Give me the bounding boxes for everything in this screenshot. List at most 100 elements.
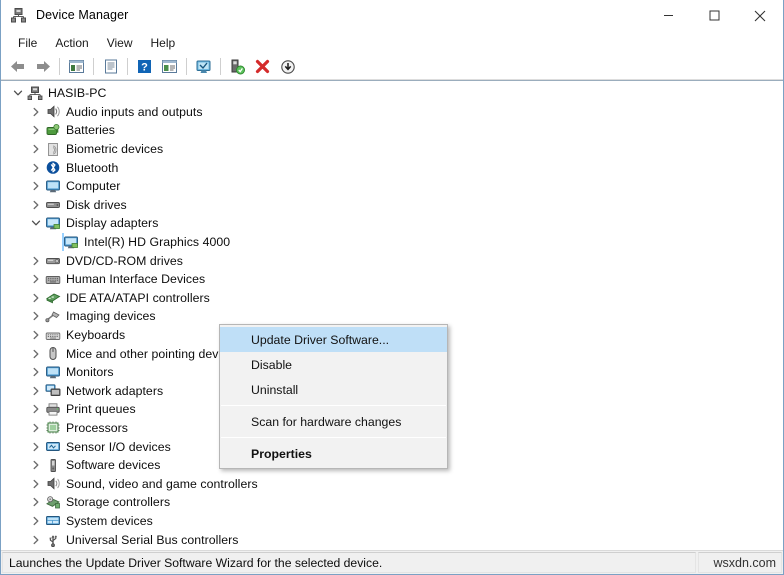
chevron-right-icon[interactable] (27, 311, 44, 321)
tree-item[interactable]: Disk drives (5, 196, 783, 215)
context-menu-item[interactable]: Update Driver Software... (220, 327, 447, 352)
chevron-right-icon[interactable] (27, 200, 44, 210)
context-menu-item[interactable]: Scan for hardware changes (220, 409, 447, 434)
tree-item[interactable]: Biometric devices (5, 140, 783, 159)
tree-item-label: Print queues (66, 402, 136, 417)
chevron-right-icon[interactable] (27, 497, 44, 507)
tree-item[interactable]: Intel(R) HD Graphics 4000 (5, 232, 783, 252)
tree-item[interactable]: Audio inputs and outputs (5, 103, 783, 122)
context-menu-item-label: Scan for hardware changes (251, 414, 402, 429)
tree-item[interactable]: Computer (5, 177, 783, 196)
tree-item-label: Intel(R) HD Graphics 4000 (84, 235, 231, 250)
tree-item-label: DVD/CD-ROM drives (66, 253, 183, 268)
minimize-button[interactable] (645, 0, 691, 31)
tree-item[interactable]: Batteries (5, 121, 783, 140)
tree-item-label: Network adapters (66, 383, 164, 398)
chevron-right-icon[interactable] (27, 516, 44, 526)
context-menu-separator (221, 437, 446, 438)
chevron-right-icon[interactable] (27, 125, 44, 135)
device-tree: HASIB-PC Audio inputs and outputs Batterie… (1, 84, 783, 550)
tree-item[interactable]: System devices (5, 512, 783, 531)
status-bar: Launches the Update Driver Software Wiza… (1, 550, 783, 574)
chevron-right-icon[interactable] (27, 163, 44, 173)
printer-icon (44, 401, 61, 417)
context-menu-item[interactable]: Uninstall (220, 377, 447, 402)
chevron-right-icon[interactable] (27, 442, 44, 452)
help-button[interactable]: ? (132, 56, 157, 78)
back-button[interactable] (5, 56, 30, 78)
svg-text:?: ? (141, 62, 148, 74)
forward-button[interactable] (30, 56, 55, 78)
chevron-down-icon[interactable] (27, 218, 44, 228)
computer-icon (44, 178, 61, 194)
status-message: Launches the Update Driver Software Wiza… (2, 552, 696, 573)
tree-item[interactable]: IDE ATA/ATAPI controllers (5, 289, 783, 308)
context-menu-separator (221, 405, 446, 406)
chevron-right-icon[interactable] (27, 293, 44, 303)
maximize-button[interactable] (691, 0, 737, 31)
chevron-right-icon[interactable] (27, 386, 44, 396)
toolbar-separator (127, 58, 128, 75)
chevron-right-icon[interactable] (27, 256, 44, 266)
chevron-down-icon[interactable] (9, 88, 26, 98)
chevron-right-icon[interactable] (27, 330, 44, 340)
sensor-icon (44, 439, 61, 455)
keyboard-icon (44, 327, 61, 343)
tree-item[interactable]: Imaging devices (5, 307, 783, 326)
tree-item[interactable]: DVD/CD-ROM drives (5, 251, 783, 270)
chevron-right-icon[interactable] (27, 367, 44, 377)
bluetooth-icon (44, 160, 61, 176)
status-watermark: wsxdn.com (698, 552, 782, 573)
system-device-icon (44, 513, 61, 529)
update-driver-software-button[interactable] (225, 56, 250, 78)
toolbar: ? (1, 54, 783, 80)
tree-item-label: Keyboards (66, 328, 126, 343)
storage-controller-icon (44, 494, 61, 510)
tree-item-label: Software devices (66, 458, 161, 473)
scan-for-hardware-changes-button[interactable] (191, 56, 216, 78)
chevron-right-icon[interactable] (27, 274, 44, 284)
toolbar-separator (93, 58, 94, 75)
menu-view[interactable]: View (98, 33, 142, 53)
show-hide-action-pane-button[interactable] (157, 56, 182, 78)
chevron-right-icon[interactable] (27, 107, 44, 117)
context-menu-item-label: Properties (251, 446, 312, 461)
tree-item[interactable]: HASIB-PC (5, 84, 783, 103)
show-hide-console-tree-button[interactable] (64, 56, 89, 78)
chevron-right-icon[interactable] (27, 181, 44, 191)
context-menu-item[interactable]: Properties (220, 441, 447, 466)
uninstall-button[interactable] (250, 56, 275, 78)
menu-file[interactable]: File (9, 33, 46, 53)
tree-item[interactable]: Human Interface Devices (5, 270, 783, 289)
disable-device-button[interactable] (275, 56, 300, 78)
hid-icon (44, 271, 61, 287)
tree-item-label: Human Interface Devices (66, 272, 206, 287)
context-menu-item-label: Disable (251, 357, 293, 372)
computer-root-icon (26, 85, 43, 101)
tree-item[interactable]: Display adapters (5, 214, 783, 233)
imaging-device-icon (44, 308, 61, 324)
chevron-right-icon[interactable] (27, 404, 44, 414)
tree-item[interactable]: Storage controllers (5, 493, 783, 512)
context-menu-item-label: Update Driver Software... (251, 332, 390, 347)
tree-item-label: Disk drives (66, 197, 127, 212)
menu-action[interactable]: Action (46, 33, 97, 53)
context-menu-item[interactable]: Disable (220, 352, 447, 377)
chevron-right-icon[interactable] (27, 460, 44, 470)
tree-item[interactable]: Sound, video and game controllers (5, 474, 783, 493)
chevron-right-icon[interactable] (27, 349, 44, 359)
tree-item[interactable]: Universal Serial Bus controllers (5, 530, 783, 549)
close-button[interactable] (737, 0, 783, 31)
processor-icon (44, 420, 61, 436)
device-manager-window: Device Manager File Action View Help ? H… (0, 0, 784, 575)
menu-help[interactable]: Help (142, 33, 185, 53)
tree-item[interactable]: Bluetooth (5, 158, 783, 177)
chevron-right-icon[interactable] (27, 423, 44, 433)
chevron-right-icon[interactable] (27, 535, 44, 545)
tree-item-label: Computer (66, 179, 121, 194)
toolbar-separator (220, 58, 221, 75)
chevron-right-icon[interactable] (27, 479, 44, 489)
properties-button[interactable] (98, 56, 123, 78)
chevron-right-icon[interactable] (27, 144, 44, 154)
sound-controller-icon (44, 476, 61, 492)
